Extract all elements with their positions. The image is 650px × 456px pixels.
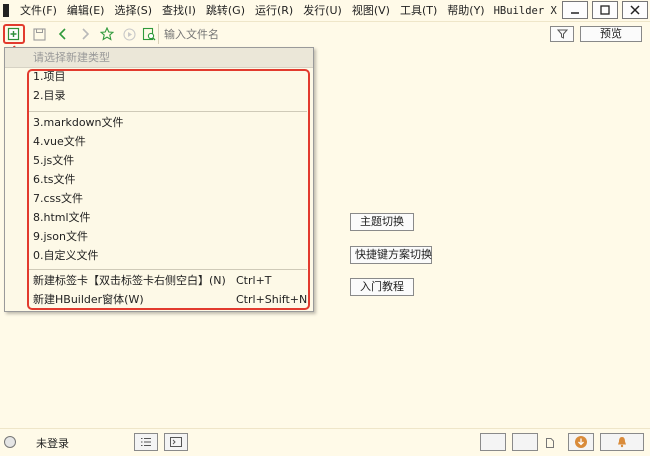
close-button[interactable] <box>622 1 648 19</box>
minimize-icon <box>571 12 579 14</box>
back-button[interactable] <box>52 23 74 45</box>
download-icon <box>575 436 587 448</box>
preview-button[interactable]: 预览 <box>580 26 642 42</box>
run-button[interactable] <box>118 23 140 45</box>
menu-item-new-window[interactable]: 新建HBuilder窗体(W) <box>33 291 144 309</box>
menu-separator <box>29 111 307 112</box>
menu-help[interactable]: 帮助(Y) <box>442 0 489 22</box>
menu-item-project[interactable]: 1.项目 <box>33 68 66 86</box>
filter-icon <box>556 29 568 39</box>
terminal-toggle-button[interactable] <box>164 433 188 451</box>
tutorial-button[interactable]: 入门教程 <box>350 278 414 296</box>
menu-item-ts[interactable]: 6.ts文件 <box>33 171 76 189</box>
minimize-button[interactable] <box>562 1 588 19</box>
menu-item-html[interactable]: 8.html文件 <box>33 209 91 227</box>
status-button-2[interactable] <box>512 433 538 451</box>
menu-item-vue[interactable]: 4.vue文件 <box>33 133 86 151</box>
status-bar: 未登录 <box>0 428 650 456</box>
menu-select[interactable]: 选择(S) <box>109 0 157 22</box>
menu-run[interactable]: 运行(R) <box>250 0 298 22</box>
menu-find[interactable]: 查找(I) <box>157 0 201 22</box>
bell-icon <box>618 437 626 448</box>
run-icon <box>122 27 136 41</box>
shortcut-new-tab: Ctrl+T <box>236 274 272 287</box>
forward-button[interactable] <box>74 23 96 45</box>
menu-goto[interactable]: 跳转(G) <box>201 0 250 22</box>
menu-file[interactable]: 文件(F) <box>15 0 62 22</box>
list-icon <box>141 438 151 446</box>
shortcut-new-window: Ctrl+Shift+N <box>236 293 308 306</box>
maximize-button[interactable] <box>592 1 618 19</box>
menu-item-js[interactable]: 5.js文件 <box>33 152 74 170</box>
browse-icon <box>142 27 156 41</box>
keymap-switch-button[interactable]: 快捷键方案切换 <box>350 246 432 264</box>
list-toggle-button[interactable] <box>134 433 158 451</box>
dropdown-header: 请选择新建类型 <box>5 48 313 68</box>
terminal-icon <box>170 437 182 447</box>
favorite-button[interactable] <box>96 23 118 45</box>
notification-button[interactable] <box>600 433 644 451</box>
menu-item-markdown[interactable]: 3.markdown文件 <box>33 114 124 132</box>
login-status[interactable]: 未登录 <box>36 435 69 451</box>
window-controls <box>562 1 648 19</box>
theme-switch-button[interactable]: 主题切换 <box>350 213 414 231</box>
app-icon <box>3 4 9 17</box>
menu-item-json[interactable]: 9.json文件 <box>33 228 88 246</box>
file-icon[interactable] <box>546 438 554 451</box>
menu-item-css[interactable]: 7.css文件 <box>33 190 83 208</box>
menu-item-custom[interactable]: 0.自定义文件 <box>33 247 99 265</box>
menu-item-new-tab[interactable]: 新建标签卡【双击标签卡右侧空白】(N) <box>33 272 226 290</box>
new-type-dropdown: 请选择新建类型 1.项目 2.目录 3.markdown文件 4.vue文件 5… <box>4 47 314 312</box>
menu-tools[interactable]: 工具(T) <box>395 0 442 22</box>
toolbar-divider <box>158 24 159 44</box>
menu-publish[interactable]: 发行(U) <box>298 0 347 22</box>
menu-item-directory[interactable]: 2.目录 <box>33 87 66 105</box>
status-button-1[interactable] <box>480 433 506 451</box>
filter-button[interactable] <box>550 26 574 42</box>
new-file-icon <box>7 27 20 41</box>
close-icon <box>630 5 640 15</box>
download-button[interactable] <box>568 433 594 451</box>
browse-button[interactable] <box>138 23 160 45</box>
menubar: 文件(F) 编辑(E) 选择(S) 查找(I) 跳转(G) 运行(R) 发行(U… <box>0 0 650 22</box>
menu-separator <box>29 269 307 270</box>
file-search-input[interactable] <box>164 25 544 43</box>
save-icon <box>32 27 46 41</box>
favorite-icon <box>100 27 114 41</box>
save-button[interactable] <box>28 23 50 45</box>
menu-edit[interactable]: 编辑(E) <box>62 0 110 22</box>
maximize-icon <box>600 5 610 15</box>
menu-view[interactable]: 视图(V) <box>347 0 395 22</box>
avatar-icon[interactable] <box>4 436 16 448</box>
forward-icon <box>82 28 90 40</box>
toolbar: 预览 <box>0 22 650 46</box>
back-icon <box>58 28 66 40</box>
new-file-button[interactable] <box>3 24 25 44</box>
